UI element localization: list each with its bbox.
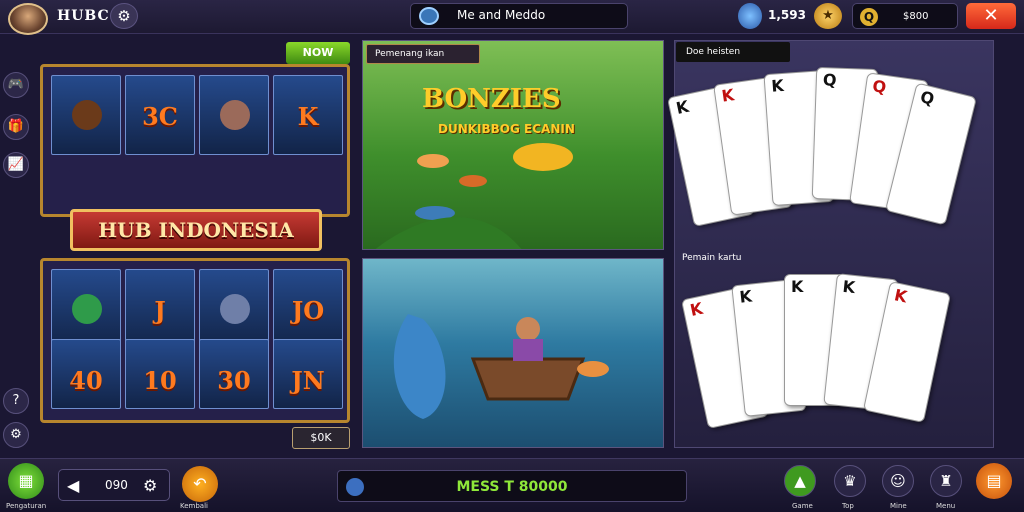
title-text: Me and Meddo xyxy=(457,8,546,22)
settings-icon[interactable]: ⚙ xyxy=(3,422,29,448)
slot-tile-text: 10 xyxy=(143,366,177,395)
controller-icon[interactable]: 🎮 xyxy=(3,72,29,98)
slot-tile: 40 xyxy=(51,339,121,409)
player-avatar[interactable] xyxy=(8,3,48,35)
card-tag: Doe heisten xyxy=(676,42,790,62)
slot-tile-text: JO xyxy=(291,296,325,325)
slot-tile-text: 3C xyxy=(142,102,178,131)
trophy-icon[interactable]: ♜ xyxy=(930,465,962,497)
navigator: ◀ 090 ⚙ xyxy=(58,469,170,501)
slot-tile-text: 40 xyxy=(69,366,103,395)
settings-button[interactable]: ▦ xyxy=(8,463,44,499)
icon-label: Top xyxy=(842,502,854,510)
gift-icon[interactable]: 🎁 xyxy=(3,114,29,140)
gear-icon[interactable]: ⚙ xyxy=(143,476,157,495)
top-icon[interactable]: ♛ xyxy=(834,465,866,497)
menu-button[interactable]: ▤ xyxy=(976,463,1012,499)
slot-tile-text: J xyxy=(154,296,166,325)
nav-value: 090 xyxy=(105,478,128,492)
slot-tile: 30 xyxy=(199,339,269,409)
back-label: Kembali xyxy=(180,502,208,510)
coin-balance: 1,593 xyxy=(768,8,806,22)
top-bar: HUBC ⚙ Me and Meddo 1,593 ★ Q $800 ✕ xyxy=(0,0,1024,35)
help-icon[interactable]: ? xyxy=(3,388,29,414)
fishing-subtitle: DUNKIBBOG ECANIN xyxy=(438,122,575,136)
now-button[interactable]: NOW xyxy=(286,42,350,64)
slot-tile xyxy=(51,269,121,349)
coin-icon xyxy=(738,3,762,29)
fishing-game-card[interactable] xyxy=(362,40,664,250)
title-pill: Me and Meddo xyxy=(410,3,628,29)
slot-machine-top[interactable]: 3C K xyxy=(40,64,350,217)
search-icon: Q xyxy=(860,8,878,26)
message-text: MESS T 80000 xyxy=(456,479,568,495)
mine-icon[interactable]: ☺ xyxy=(882,465,914,497)
left-rail: 🎮 🎁 📈 ? ⚙ xyxy=(0,62,34,454)
icon-label: Menu xyxy=(936,502,956,510)
back-arrow-icon[interactable]: ◀ xyxy=(67,476,79,495)
hub-indonesia-banner: HUB INDONESIA xyxy=(70,209,322,251)
settings-label: Pengaturan xyxy=(6,502,47,510)
slot-tile-text: 30 xyxy=(217,366,251,395)
slot-tile xyxy=(199,269,269,349)
slot-tile-text: JN xyxy=(291,366,325,395)
game-icon[interactable]: ▲ xyxy=(784,465,816,497)
slot-tile: JO xyxy=(273,269,343,349)
slot-tile: 10 xyxy=(125,339,195,409)
card-label-2: Pemain kartu xyxy=(682,253,742,263)
icon-label: Game xyxy=(792,502,813,510)
brand-name: HUBC xyxy=(57,8,110,24)
slot-machine-bottom[interactable]: J JO 40 10 30 JN xyxy=(40,258,350,423)
chart-icon[interactable]: 📈 xyxy=(3,152,29,178)
boat-scene xyxy=(393,314,609,419)
slot-tile: 3C xyxy=(125,75,195,155)
slot-tile: J xyxy=(125,269,195,349)
slot-tile-text: K xyxy=(297,102,319,131)
slot-tile: K xyxy=(273,75,343,155)
notification-icon xyxy=(419,7,439,25)
slot-tile xyxy=(51,75,121,155)
back-button[interactable]: ↶ xyxy=(182,466,218,502)
medal-icon[interactable]: ★ xyxy=(814,3,842,29)
bet-button[interactable]: $0K xyxy=(292,427,350,449)
slot-tile xyxy=(199,75,269,155)
close-button[interactable]: ✕ xyxy=(966,3,1016,29)
fishing-tag: Pemenang ikan xyxy=(366,44,480,64)
icon-label: Mine xyxy=(890,502,907,510)
fishing-scene xyxy=(375,143,573,249)
slot-tile: JN xyxy=(273,339,343,409)
search-text: $800 xyxy=(903,11,929,22)
boat-game-card[interactable] xyxy=(362,258,664,448)
search-pill[interactable]: Q $800 xyxy=(852,3,958,29)
fishing-title: BONZIES xyxy=(422,84,561,114)
gear-icon[interactable]: ⚙ xyxy=(110,3,138,29)
message-bar: MESS T 80000 xyxy=(337,470,687,502)
